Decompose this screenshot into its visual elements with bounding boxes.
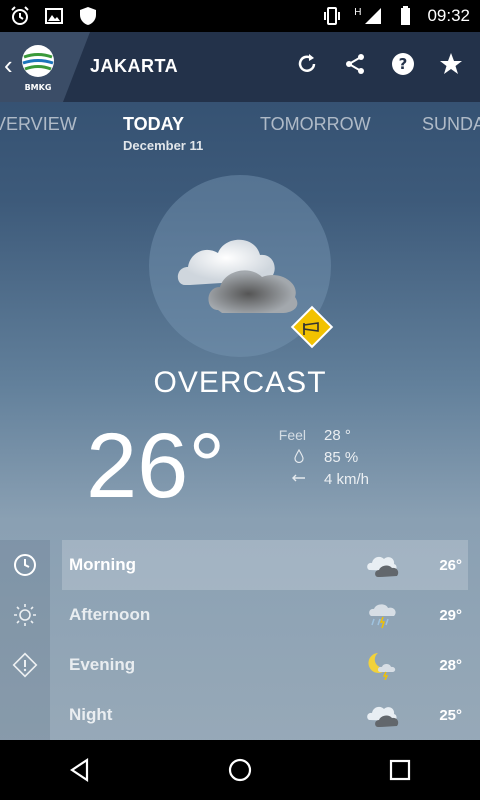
nav-home-button[interactable] [220,750,260,790]
alarm-icon [11,6,29,25]
tab-today[interactable]: TODAY December 11 [123,114,203,153]
recents-square-icon [389,759,411,781]
humidity-icon [294,448,304,463]
sun-icon[interactable] [12,602,38,628]
logo-text: BMKG [25,83,52,92]
period-row-morning[interactable]: Morning 26° [62,540,468,590]
image-icon [45,8,63,24]
humidity-row: 85 % [256,446,369,468]
bmkg-logo[interactable]: BMKG [18,42,58,92]
day-tabs: VERVIEW TODAY December 11 TOMORROW SUNDA [0,108,480,158]
star-icon [440,53,462,74]
home-circle-icon [228,758,252,782]
period-row-night[interactable]: Night 25° [62,690,468,740]
tab-tomorrow[interactable]: TOMORROW [260,114,371,135]
refresh-button[interactable] [294,51,320,77]
app-bar: ‹ BMKG JAKARTA ? [0,32,480,102]
svg-text:?: ? [399,55,408,73]
back-triangle-icon [70,757,89,783]
cloud-overcast-icon [367,706,399,727]
period-temp: 26° [439,556,462,574]
period-temp: 29° [439,606,462,624]
humidity-value: 85 % [324,448,359,466]
shield-icon [80,7,96,25]
share-button[interactable] [342,51,368,77]
city-title: JAKARTA [90,56,179,76]
wind-value: 4 km/h [324,470,370,488]
vibrate-icon [324,7,341,25]
nav-back-button[interactable] [60,750,100,790]
tab-label: TODAY [123,114,185,134]
nav-recents-button[interactable] [380,750,420,790]
period-sidebar [0,540,50,740]
period-label: Afternoon [69,605,151,624]
tab-sunday[interactable]: SUNDA [422,114,480,135]
bmkg-logo-icon: BMKG [22,45,54,92]
condition-label: OVERCAST [153,366,327,399]
clock-icon[interactable] [12,552,38,578]
tab-date: December 11 [123,138,204,153]
period-label: Evening [69,655,136,674]
tab-label: VERVIEW [0,114,77,134]
cloud-rain-thunder-icon [369,604,396,629]
period-label: Morning [69,555,137,574]
signal-icon [365,8,382,24]
feel-label: Feel [278,427,306,443]
period-label: Night [69,705,113,724]
network-type-label: H [354,6,362,18]
refresh-icon [298,54,316,72]
screen: H 09:32 ‹ BMKG JAKARTA ? VERVIEW TODAY D… [0,0,480,800]
battery-icon [401,6,411,25]
cloud-overcast-icon [367,556,399,577]
overcast-cloud-icon [177,239,298,313]
period-temp: 28° [439,656,462,674]
tab-label: SUNDA [422,114,480,134]
wind-direction-icon [292,474,305,481]
wind-warning-icon[interactable] [290,305,334,349]
period-row-evening[interactable]: Evening 28° [62,640,468,690]
help-icon: ? [392,53,414,75]
period-list: Morning 26° Afternoon 29° Evening 28° Ni… [62,540,468,740]
status-bar: H 09:32 [0,0,480,32]
period-row-afternoon[interactable]: Afternoon 29° [62,590,468,640]
period-temp: 25° [439,706,462,724]
alert-icon[interactable] [12,652,38,678]
moon-cloud-thunder-icon [368,653,396,680]
feel-value: 28 ° [324,426,351,444]
tab-label: TOMORROW [260,114,371,134]
tab-overview[interactable]: VERVIEW [0,114,77,135]
status-time: 09:32 [427,6,470,25]
favorite-button[interactable] [438,51,464,77]
system-nav-bar [0,740,480,800]
share-icon [346,54,364,74]
wind-row: 4 km/h [256,468,369,490]
help-button[interactable]: ? [390,51,416,77]
current-temperature: 26° [86,415,226,517]
feel-row: Feel 28 ° [256,424,369,446]
weather-details: Feel 28 ° 85 % 4 km/h [256,424,369,490]
